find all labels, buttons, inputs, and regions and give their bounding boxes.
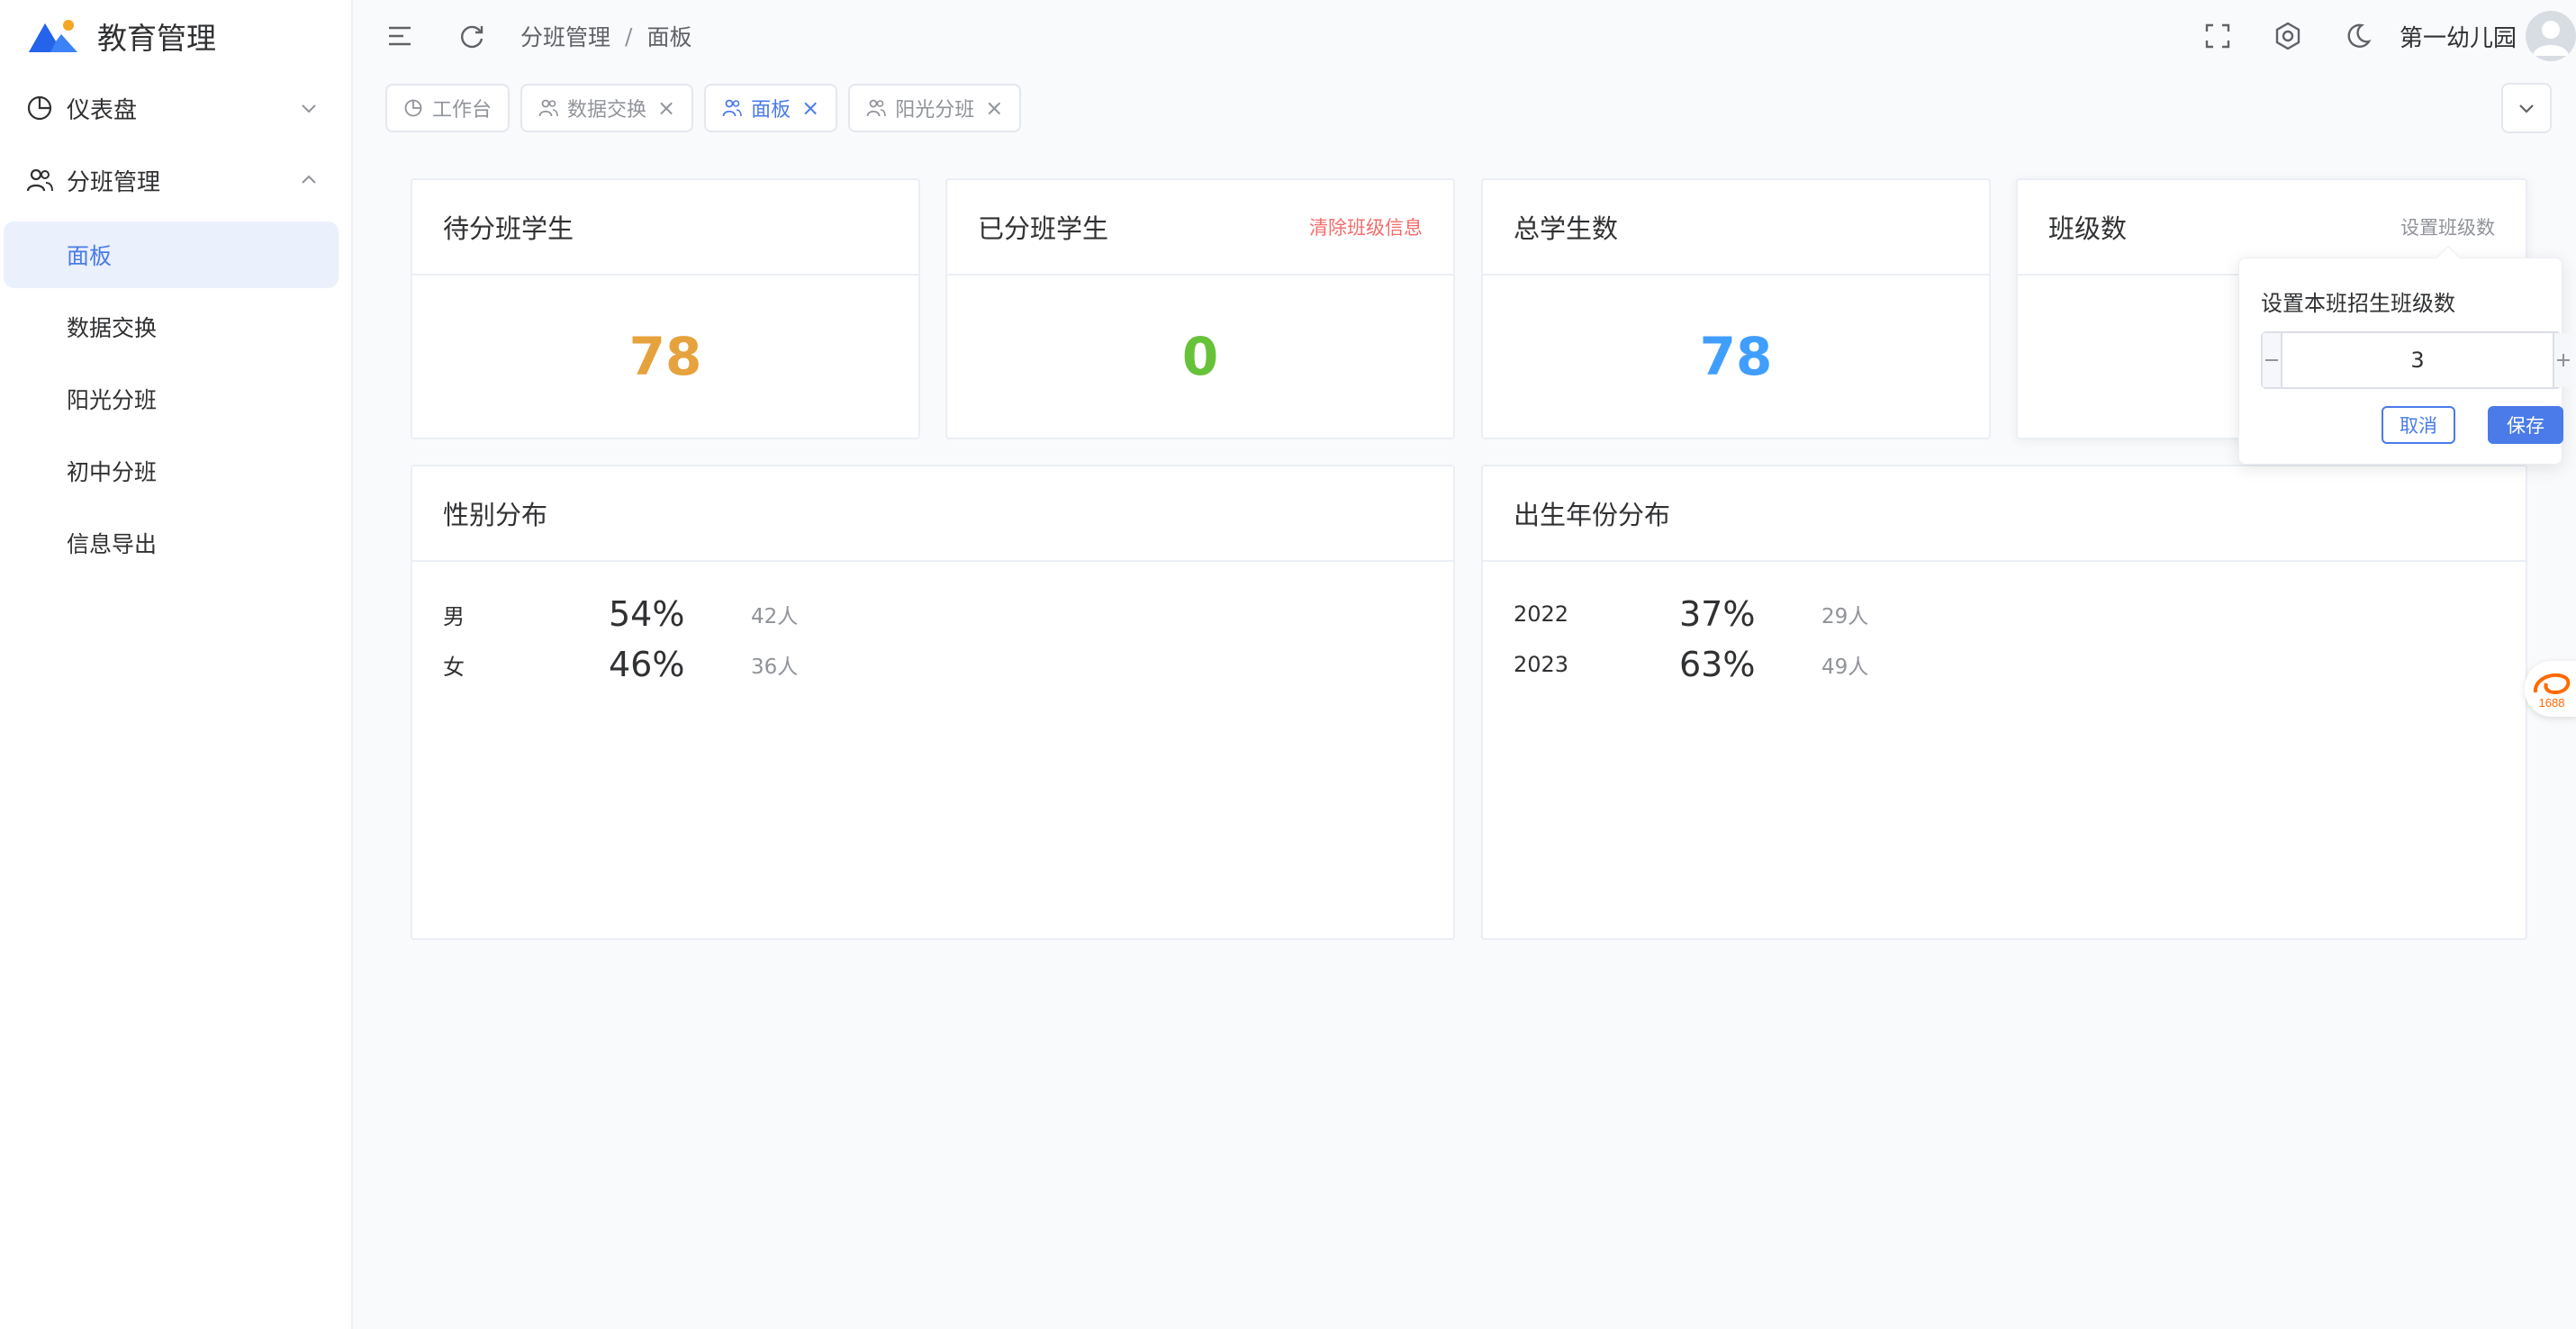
popover-title: 设置本班招生班级数 xyxy=(2261,291,2455,316)
username[interactable]: 第一幼儿园 xyxy=(2400,20,2517,53)
sidebar-item-data-exchange[interactable]: 数据交换 xyxy=(4,294,339,360)
close-icon[interactable]: × xyxy=(985,97,1003,119)
stat-percent: 46% xyxy=(609,645,685,684)
tab-workbench[interactable]: 工作台 xyxy=(385,84,511,132)
stat-count: 29人 xyxy=(1821,605,1869,628)
class-count-stepper xyxy=(2261,331,2572,389)
class-count-input[interactable] xyxy=(2282,348,2553,373)
pie-chart-icon xyxy=(404,99,422,117)
clear-class-info-link[interactable]: 清除班级信息 xyxy=(1309,213,1423,240)
stat-percent: 63% xyxy=(1679,645,1756,684)
plus-icon xyxy=(2557,354,2570,366)
dark-mode-moon-icon[interactable] xyxy=(2340,18,2376,54)
tab-label: 面板 xyxy=(751,99,791,122)
list-item: 2022 37% 29人 xyxy=(1483,589,2526,639)
gender-distribution-card: 性别分布 男 54% 42人 女 46% 36人 xyxy=(411,465,1455,940)
badge-text: 1688 xyxy=(2539,696,2565,710)
breadcrumb-item-class-management[interactable]: 分班管理 xyxy=(520,20,610,52)
menu-fold-icon[interactable] xyxy=(382,18,418,54)
card-title: 总学生数 xyxy=(1514,213,1619,244)
stat-card-total: 总学生数 78 xyxy=(1481,178,1991,439)
stat-count: 49人 xyxy=(1821,655,1869,679)
chevron-up-icon xyxy=(302,175,316,184)
list-item: 2023 63% 49人 xyxy=(1483,639,2526,690)
breadcrumb: 分班管理 / 面板 xyxy=(520,20,691,52)
save-button[interactable]: 保存 xyxy=(2488,406,2563,444)
sidebar-item-label: 仪表盘 xyxy=(67,96,138,124)
card-title: 班级数 xyxy=(2048,213,2128,244)
breadcrumb-item-panel: 面板 xyxy=(646,24,692,50)
fullscreen-icon[interactable] xyxy=(2200,18,2236,54)
class-count-popover: 设置本班招生班级数 取消 保存 xyxy=(2238,245,2572,465)
decrement-button[interactable] xyxy=(2263,333,2282,387)
pie-chart-icon xyxy=(25,94,54,122)
1688-logo-icon: 1688 xyxy=(2533,673,2571,710)
stat-card-pending: 待分班学生 78 xyxy=(411,178,920,439)
tabs-dropdown-button[interactable] xyxy=(2501,83,2552,133)
users-icon xyxy=(722,99,742,117)
stat-label: 男 xyxy=(443,603,465,629)
stat-count: 36人 xyxy=(751,655,799,679)
floating-1688-widget[interactable]: 1688 xyxy=(2525,661,2576,717)
refresh-icon[interactable] xyxy=(454,18,490,54)
minus-icon xyxy=(2265,359,2278,361)
card-title: 性别分布 xyxy=(443,500,548,530)
sidebar-item-label: 分班管理 xyxy=(67,168,161,196)
stat-value: 0 xyxy=(1181,326,1219,387)
app-title: 教育管理 xyxy=(97,21,216,56)
settings-hexagon-icon[interactable] xyxy=(2270,18,2306,54)
users-icon xyxy=(866,99,887,117)
tab-label: 工作台 xyxy=(432,99,493,122)
card-title: 出生年份分布 xyxy=(1514,500,1671,530)
tab-label: 数据交换 xyxy=(567,99,647,122)
breadcrumb-separator: / xyxy=(625,23,633,50)
sidebar-item-sunshine-class[interactable]: 阳光分班 xyxy=(4,366,339,432)
list-item: 男 54% 42人 xyxy=(412,589,1453,639)
close-icon[interactable]: × xyxy=(657,97,675,119)
close-icon[interactable]: × xyxy=(801,97,819,119)
mountain-logo-icon xyxy=(29,20,77,52)
users-icon xyxy=(25,166,54,194)
tab-data-exchange[interactable]: 数据交换 × xyxy=(520,84,694,132)
stat-percent: 54% xyxy=(609,594,685,634)
card-title: 待分班学生 xyxy=(443,213,574,244)
sidebar-item-dashboard[interactable]: 仪表盘 xyxy=(0,72,351,144)
tab-panel[interactable]: 面板 × xyxy=(704,84,838,132)
avatar[interactable] xyxy=(2526,11,2576,61)
top-header: 分班管理 / 面板 第一幼儿园 xyxy=(353,0,2576,72)
stat-card-assigned: 已分班学生 清除班级信息 0 xyxy=(945,178,1455,439)
sidebar-item-class-management[interactable]: 分班管理 xyxy=(0,144,351,216)
stat-percent: 37% xyxy=(1679,594,1756,634)
chevron-down-icon xyxy=(302,104,316,113)
sidebar-item-panel[interactable]: 面板 xyxy=(4,222,339,288)
chevron-down-icon xyxy=(2519,104,2534,113)
birth-year-distribution-card: 出生年份分布 2022 37% 29人 2023 63% 49人 xyxy=(1481,465,2527,940)
stat-value: 78 xyxy=(1699,326,1773,387)
set-class-count-link[interactable]: 设置班级数 xyxy=(2400,213,2495,240)
tab-bar: 工作台 数据交换 × 面板 × 阳光分班 × xyxy=(385,84,1032,132)
brand[interactable]: 教育管理 xyxy=(0,0,351,72)
card-title: 已分班学生 xyxy=(978,213,1109,244)
increment-button[interactable] xyxy=(2553,333,2572,387)
stat-count: 42人 xyxy=(751,605,799,628)
sidebar-item-info-export[interactable]: 信息导出 xyxy=(4,510,339,576)
stat-label: 2023 xyxy=(1514,652,1569,677)
tab-sunshine-class[interactable]: 阳光分班 × xyxy=(848,84,1022,132)
stat-value: 78 xyxy=(628,326,702,387)
stat-label: 女 xyxy=(443,654,465,680)
sidebar: 教育管理 仪表盘 分班管理 面板 数据交换 阳光分班 初中分班 信息导出 xyxy=(0,0,353,1329)
list-item: 女 46% 36人 xyxy=(412,639,1453,690)
header-actions: 第一幼儿园 xyxy=(2200,0,2576,72)
sidebar-item-middle-school-class[interactable]: 初中分班 xyxy=(4,438,339,504)
cancel-button[interactable]: 取消 xyxy=(2382,406,2455,444)
users-icon xyxy=(538,99,558,117)
stat-label: 2022 xyxy=(1514,601,1569,627)
tab-label: 阳光分班 xyxy=(895,99,975,122)
